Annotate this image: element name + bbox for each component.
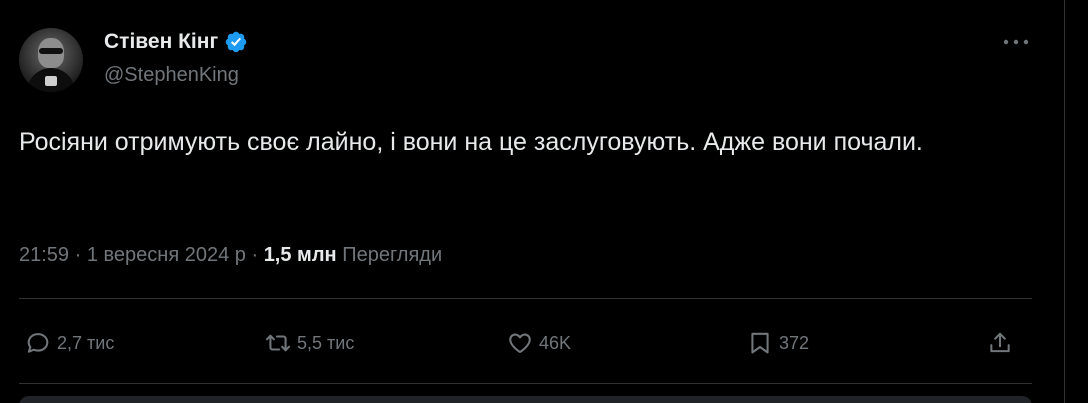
- author-name-row: Стівен Кінг: [104, 28, 248, 56]
- author-handle[interactable]: @StephenKing: [104, 64, 239, 87]
- reply-composer-edge[interactable]: [19, 396, 1032, 403]
- share-icon: [990, 332, 1010, 353]
- share-button[interactable]: [987, 322, 1013, 364]
- like-button[interactable]: 46K: [507, 322, 571, 364]
- meta-separator: ·: [69, 243, 87, 266]
- tweet-text: Росіяни отримують своє лайно, і вони на …: [19, 128, 923, 156]
- divider-top: [19, 298, 1032, 299]
- divider-bottom: [19, 383, 1032, 384]
- repost-count: 5,5 тис: [297, 332, 355, 353]
- more-icon[interactable]: [996, 28, 1036, 56]
- views-label: Перегляди: [342, 243, 443, 266]
- like-count: 46K: [539, 332, 572, 353]
- reply-button[interactable]: 2,7 тис: [25, 322, 114, 364]
- avatar[interactable]: [19, 28, 83, 92]
- avatar-glasses: [39, 48, 63, 54]
- bookmark-icon: [751, 332, 769, 354]
- tweet-time[interactable]: 21:59: [19, 244, 69, 267]
- meta-separator: ·: [245, 243, 264, 266]
- views-count: 1,5 млн: [263, 243, 337, 266]
- tweet: Стівен Кінг @StephenKing Росіяни отримую…: [0, 0, 1088, 403]
- bookmark-count: 372: [779, 332, 810, 353]
- repost-button[interactable]: 5,5 тис: [265, 322, 354, 364]
- tweet-actions: 2,7 тис 5,5 тис 46K 372: [19, 322, 1032, 364]
- repost-icon: [265, 334, 291, 352]
- reply-icon: [27, 333, 49, 353]
- reply-count: 2,7 тис: [57, 332, 115, 353]
- tweet-date[interactable]: 1 вересня 2024 р: [87, 244, 246, 267]
- bookmark-button[interactable]: 372: [747, 322, 809, 364]
- tweet-meta: 21:59 · 1 вересня 2024 р · 1,5 млн Перег…: [19, 240, 442, 270]
- column-border: [1064, 0, 1065, 403]
- avatar-shirt-logo: [45, 76, 57, 86]
- like-icon: [509, 333, 531, 354]
- author-display-name[interactable]: Стівен Кінг: [104, 30, 218, 54]
- verified-badge-icon[interactable]: [224, 30, 248, 54]
